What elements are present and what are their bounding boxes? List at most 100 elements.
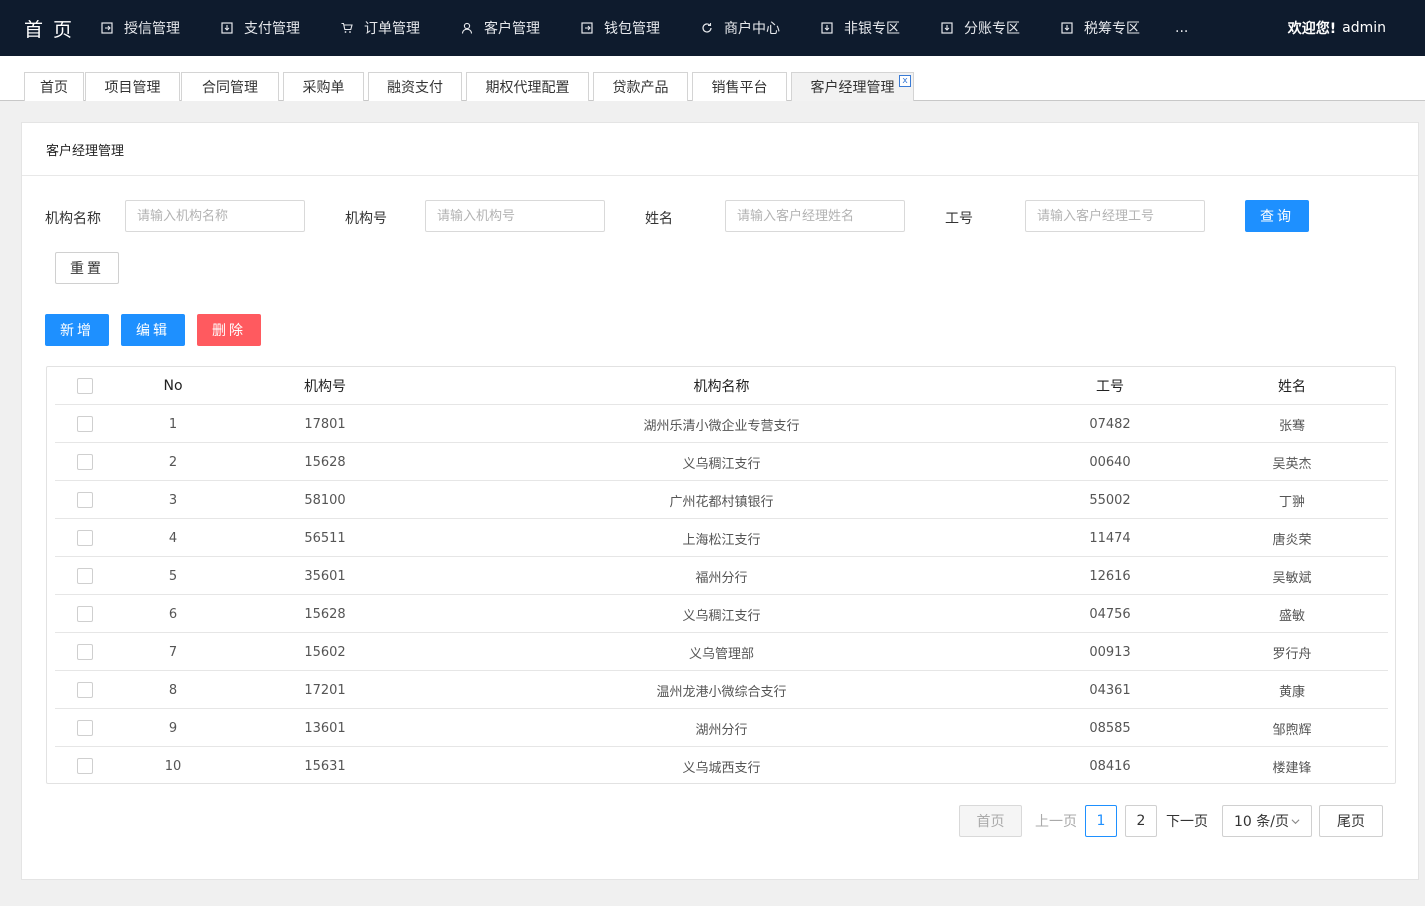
row-checkbox[interactable]: [77, 530, 93, 546]
nav-item-split[interactable]: 分账专区: [935, 18, 1055, 38]
nav-item-payment[interactable]: 支付管理: [215, 18, 335, 38]
org-name-input[interactable]: [125, 200, 305, 232]
nav-item-orders[interactable]: 订单管理: [335, 18, 455, 38]
row-checkbox[interactable]: [77, 644, 93, 660]
row-checkbox[interactable]: [77, 606, 93, 622]
header-org-name[interactable]: 机构名称: [419, 367, 1024, 405]
welcome-user[interactable]: 欢迎您! admin: [1288, 0, 1386, 56]
nav-item-credit[interactable]: 授信管理: [95, 18, 215, 38]
table-row[interactable]: 1 17801 湖州乐清小微企业专营支行 07482 张骞: [55, 405, 1388, 443]
cell-org-no: 13601: [304, 720, 346, 736]
nav-home[interactable]: 首 页: [0, 15, 95, 42]
name-input[interactable]: [725, 200, 905, 232]
next-page-button[interactable]: 下一页: [1163, 805, 1211, 837]
cell-no: 4: [168, 530, 178, 546]
cell-emp-no: 00913: [1089, 644, 1131, 660]
cell-org-no: 15628: [304, 606, 346, 622]
cell-no: 10: [164, 758, 182, 774]
table-row[interactable]: 3 58100 广州花都村镇银行 55002 丁翀: [55, 481, 1388, 519]
row-checkbox[interactable]: [77, 720, 93, 736]
close-icon[interactable]: x: [899, 75, 911, 87]
tab-sales[interactable]: 销售平台: [692, 72, 787, 101]
nav-item-label: 订单管理: [364, 21, 420, 37]
org-no-input[interactable]: [425, 200, 605, 232]
nav-item-merchant[interactable]: 商户中心: [695, 18, 815, 38]
header-name[interactable]: 姓名: [1196, 367, 1388, 405]
table-row[interactable]: 10 15631 义乌城西支行 08416 楼建锋: [55, 747, 1388, 785]
user-icon: [461, 22, 473, 34]
tab-contracts[interactable]: 合同管理: [181, 72, 279, 101]
cell-no: 3: [168, 492, 178, 508]
header-org-no[interactable]: 机构号: [231, 367, 419, 405]
header-emp-no[interactable]: 工号: [1024, 367, 1196, 405]
cell-name: 盛敏: [1278, 608, 1305, 624]
row-checkbox[interactable]: [77, 682, 93, 698]
org-no-label: 机构号: [345, 211, 387, 227]
select-all-checkbox[interactable]: [77, 378, 93, 394]
cell-org-name: 义乌管理部: [688, 646, 754, 662]
cell-org-no: 15631: [304, 758, 346, 774]
cell-org-name: 温州龙港小微综合支行: [656, 684, 787, 700]
nav-item-nonbank[interactable]: 非银专区: [815, 18, 935, 38]
cell-emp-no: 04361: [1089, 682, 1131, 698]
cell-org-name: 义乌稠江支行: [682, 456, 761, 472]
page-size-value: 10 条/页: [1234, 814, 1289, 830]
table-row[interactable]: 6 15628 义乌稠江支行 04756 盛敏: [55, 595, 1388, 633]
edit-button[interactable]: 编辑: [121, 314, 185, 346]
table-row[interactable]: 2 15628 义乌稠江支行 00640 吴英杰: [55, 443, 1388, 481]
page-1-button[interactable]: 1: [1085, 805, 1117, 837]
tab-loan-products[interactable]: 贷款产品: [593, 72, 688, 101]
cell-emp-no: 07482: [1089, 416, 1131, 432]
cell-emp-no: 00640: [1089, 454, 1131, 470]
tab-account-managers[interactable]: 客户经理管理 x: [791, 72, 914, 101]
query-button[interactable]: 查询: [1245, 200, 1309, 232]
row-select-cell: [55, 519, 115, 557]
cell-name: 邹煦辉: [1272, 722, 1312, 738]
table-row[interactable]: 8 17201 温州龙港小微综合支行 04361 黄康: [55, 671, 1388, 709]
row-select-cell: [55, 481, 115, 519]
delete-button[interactable]: 删除: [197, 314, 261, 346]
first-page-button[interactable]: 首页: [959, 805, 1022, 837]
cell-org-no: 58100: [304, 492, 346, 508]
add-button[interactable]: 新增: [45, 314, 109, 346]
row-select-cell: [55, 557, 115, 595]
cell-name: 唐炎荣: [1272, 532, 1312, 548]
cell-org-name: 广州花都村镇银行: [669, 494, 774, 510]
table-row[interactable]: 7 15602 义乌管理部 00913 罗行舟: [55, 633, 1388, 671]
table-row[interactable]: 4 56511 上海松江支行 11474 唐炎荣: [55, 519, 1388, 557]
cell-no: 7: [168, 644, 178, 660]
page-2-button[interactable]: 2: [1125, 805, 1157, 837]
row-checkbox[interactable]: [77, 492, 93, 508]
reset-button[interactable]: 重置: [55, 252, 119, 284]
emp-no-input[interactable]: [1025, 200, 1205, 232]
page-title: 客户经理管理: [22, 123, 1418, 176]
nav-item-wallet[interactable]: 钱包管理: [575, 18, 695, 38]
select-all-cell: [55, 367, 115, 405]
nav-item-customers[interactable]: 客户管理: [455, 18, 575, 38]
page-size-select[interactable]: 10 条/页: [1222, 805, 1312, 837]
tab-home[interactable]: 首页: [24, 72, 84, 101]
nav-more[interactable]: ...: [1175, 20, 1215, 36]
row-checkbox[interactable]: [77, 416, 93, 432]
tab-finance-payment[interactable]: 融资支付: [368, 72, 462, 101]
table-row[interactable]: 5 35601 福州分行 12616 吴敏斌: [55, 557, 1388, 595]
table-row[interactable]: 9 13601 湖州分行 08585 邹煦辉: [55, 709, 1388, 747]
prev-page-button[interactable]: 上一页: [1032, 805, 1080, 837]
name-label: 姓名: [645, 211, 673, 227]
cell-org-no: 56511: [304, 530, 346, 546]
nav-item-tax[interactable]: 税筹专区: [1055, 18, 1175, 38]
tab-projects[interactable]: 项目管理: [85, 72, 180, 101]
cell-no: 8: [168, 682, 178, 698]
row-checkbox[interactable]: [77, 454, 93, 470]
cell-org-name: 义乌城西支行: [682, 760, 761, 776]
tab-option-agent[interactable]: 期权代理配置: [466, 72, 589, 101]
tab-purchase[interactable]: 采购单: [283, 72, 364, 101]
row-checkbox[interactable]: [77, 758, 93, 774]
download-box-icon: [221, 22, 233, 34]
cell-name: 楼建锋: [1272, 760, 1312, 776]
last-page-button[interactable]: 尾页: [1319, 805, 1383, 837]
cell-name: 黄康: [1278, 684, 1305, 700]
header-no[interactable]: No: [115, 367, 231, 405]
row-checkbox[interactable]: [77, 568, 93, 584]
cell-name: 张骞: [1278, 418, 1305, 434]
